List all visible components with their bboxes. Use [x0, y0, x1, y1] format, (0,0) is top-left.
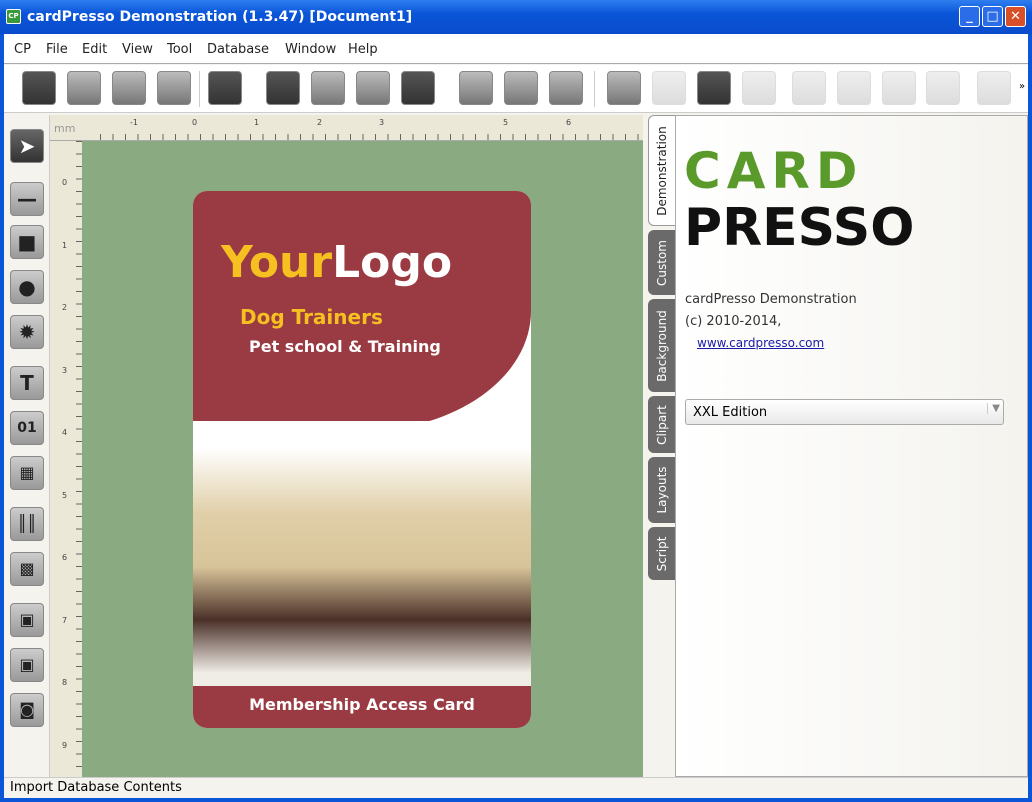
zoom-fit-icon[interactable] [549, 71, 583, 105]
barcode-tool-icon[interactable]: ║║ [10, 507, 44, 541]
ruler-tick: 3 [379, 118, 385, 127]
card-footer: Membership Access Card [193, 686, 531, 728]
print-button[interactable] [208, 71, 242, 105]
menu-edit[interactable]: Edit [82, 42, 107, 57]
app-icon: CP [6, 9, 21, 24]
about-line-2: (c) 2010-2014, [685, 314, 782, 329]
ruler-tick: 1 [254, 118, 260, 127]
db-first-button[interactable] [792, 71, 826, 105]
chevron-down-icon[interactable]: ▼ [987, 403, 1000, 414]
magstripe-button[interactable] [311, 71, 345, 105]
ruler-horizontal: mm -1 0 1 2 3 5 6 [50, 115, 643, 141]
side-tabs: Demonstration Custom Background Clipart … [648, 115, 675, 777]
toolbox: ➤ — ■ ● ✹ T 01 ▦ ║║ ▩ ▣ ▣ ◙ [4, 115, 50, 777]
card-preview[interactable]: YourLogo Dog Trainers Pet school & Train… [193, 191, 531, 728]
db-refresh-button[interactable] [742, 71, 776, 105]
ruler-tick: 0 [192, 118, 198, 127]
new-card-button[interactable] [22, 71, 56, 105]
ruler-tick: 2 [317, 118, 323, 127]
counter-tool-icon[interactable]: 01 [10, 411, 44, 445]
edition-select[interactable]: XXL Edition ▼ [685, 399, 1004, 425]
ruler-vertical: 0 1 2 3 4 5 6 7 8 9 [50, 141, 82, 777]
db-undo-button[interactable] [977, 71, 1011, 105]
ruler-tick: 6 [62, 553, 68, 562]
tab-custom[interactable]: Custom [648, 230, 675, 295]
tab-demonstration[interactable]: Demonstration [648, 115, 675, 226]
zoom-in-icon[interactable] [459, 71, 493, 105]
encode-button[interactable] [401, 71, 435, 105]
close-document-button[interactable] [157, 71, 191, 105]
your-logo: YourLogo [221, 237, 453, 288]
database-search-button[interactable] [356, 71, 390, 105]
save-button[interactable] [112, 71, 146, 105]
about-line-1: cardPresso Demonstration [685, 292, 857, 307]
menu-bar: CP File Edit View Tool Database Window H… [4, 34, 1028, 64]
menu-view[interactable]: View [122, 42, 153, 57]
menu-cp[interactable]: CP [14, 42, 31, 57]
db-last-button[interactable] [926, 71, 960, 105]
tab-layouts[interactable]: Layouts [648, 457, 675, 523]
tab-background[interactable]: Background [648, 299, 675, 392]
db-table-button[interactable] [697, 71, 731, 105]
menu-window[interactable]: Window [285, 42, 336, 57]
rectangle-tool-icon[interactable]: ■ [10, 225, 44, 259]
calendar-tool-icon[interactable]: ▦ [10, 456, 44, 490]
brand-logo-top: CARD [684, 142, 864, 200]
window-title: cardPresso Demonstration (1.3.47) [Docum… [27, 9, 413, 25]
card-tagline: Pet school & Training [249, 337, 441, 356]
qrcode-tool-icon[interactable]: ▩ [10, 552, 44, 586]
ruler-tick: -1 [130, 118, 138, 127]
ruler-tick: 4 [62, 428, 68, 437]
ruler-tick: 5 [503, 118, 509, 127]
import-image-icon[interactable]: ▣ [10, 603, 44, 637]
maximize-button[interactable]: □ [982, 6, 1003, 27]
status-bar: Import Database Contents [4, 777, 1028, 798]
db-prev-button[interactable] [837, 71, 871, 105]
text-tool-icon[interactable]: T [10, 366, 44, 400]
close-button[interactable]: ✕ [1005, 6, 1026, 27]
ellipse-tool-icon[interactable]: ● [10, 270, 44, 304]
ruler-tick: 3 [62, 365, 68, 375]
ruler-tick: 1 [62, 240, 68, 250]
overflow-chevron-icon[interactable]: » [1019, 81, 1025, 92]
ruler-tick: 7 [62, 615, 68, 625]
ruler-tick: 6 [566, 118, 572, 127]
zoom-out-icon[interactable] [504, 71, 538, 105]
star-shape-tool-icon[interactable]: ✹ [10, 315, 44, 349]
tab-clipart[interactable]: Clipart [648, 396, 675, 453]
menu-help[interactable]: Help [348, 42, 378, 57]
ruler-unit: mm [54, 122, 76, 135]
db-connect-button[interactable] [607, 71, 641, 105]
ruler-tick: 5 [62, 490, 68, 500]
select-arrow-icon[interactable]: ➤ [10, 129, 44, 163]
demonstration-panel: CARD PRESSO cardPresso Demonstration (c)… [675, 115, 1028, 777]
minimize-button[interactable]: _ [959, 6, 980, 27]
camera-tool-icon[interactable]: ◙ [10, 693, 44, 727]
edition-value: XXL Edition [693, 405, 768, 420]
menu-file[interactable]: File [46, 42, 68, 57]
image-tool-icon[interactable]: ▣ [10, 648, 44, 682]
brand-logo-bottom: PRESSO [684, 198, 915, 258]
ruler-tick: 8 [62, 678, 68, 687]
ruler-tick: 2 [62, 303, 68, 312]
menu-tool[interactable]: Tool [167, 42, 192, 57]
card-subtitle: Dog Trainers [240, 305, 383, 329]
website-link[interactable]: www.cardpresso.com [697, 336, 824, 350]
line-tool-icon[interactable]: — [10, 182, 44, 216]
ruler-tick: 9 [62, 740, 68, 750]
title-bar: CP cardPresso Demonstration (1.3.47) [Do… [0, 0, 1032, 34]
ruler-tick: 0 [62, 178, 68, 187]
open-button[interactable] [67, 71, 101, 105]
design-canvas[interactable]: YourLogo Dog Trainers Pet school & Train… [82, 141, 643, 777]
card-front-button[interactable] [266, 71, 300, 105]
tab-script[interactable]: Script [648, 527, 675, 580]
puppies-photo [193, 421, 531, 686]
menu-database[interactable]: Database [207, 42, 269, 57]
toolbar: » [4, 65, 1028, 113]
db-next-button[interactable] [882, 71, 916, 105]
db-disconnect-button[interactable] [652, 71, 686, 105]
